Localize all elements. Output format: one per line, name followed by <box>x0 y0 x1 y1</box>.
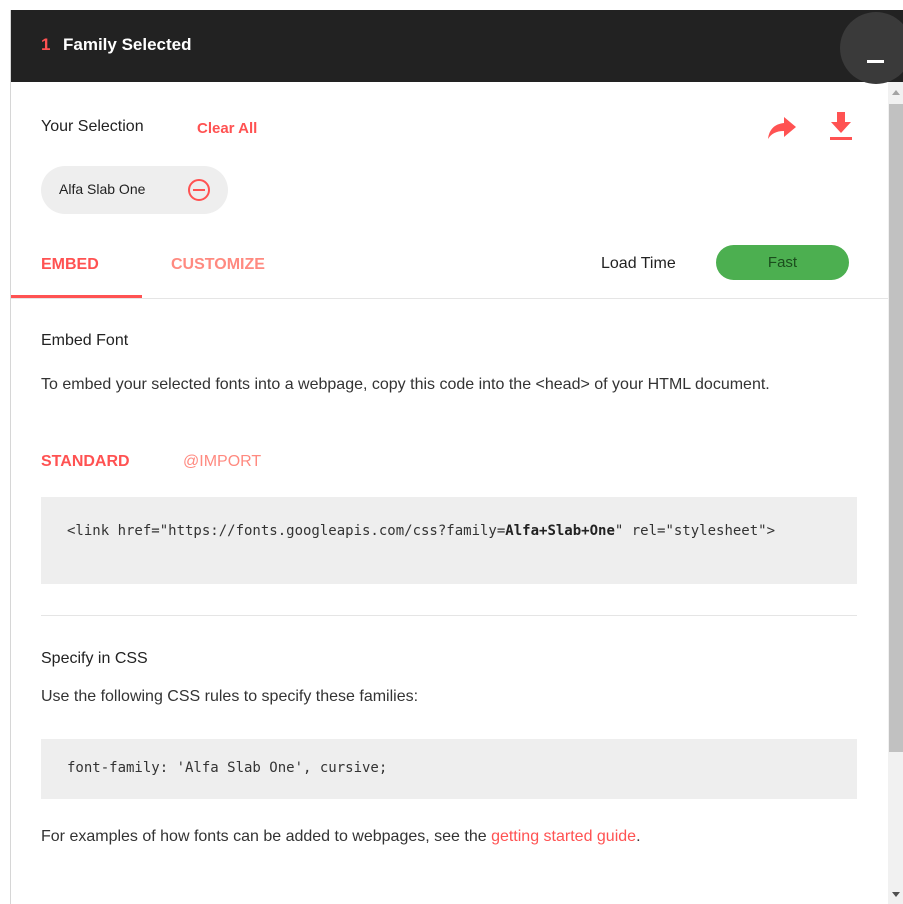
drawer-title: Family Selected <box>63 35 192 54</box>
scrollbar[interactable] <box>888 82 903 904</box>
css-code[interactable]: font-family: 'Alfa Slab One', cursive; <box>67 760 387 776</box>
font-chip: Alfa Slab One <box>41 166 228 214</box>
specify-css-description: Use the following CSS rules to specify t… <box>41 688 419 705</box>
clear-all-link[interactable]: Clear All <box>197 120 257 137</box>
remove-circle-icon[interactable] <box>187 178 211 202</box>
tab-embed[interactable]: EMBED <box>41 256 99 274</box>
embed-code-suffix: " rel="stylesheet"> <box>614 523 776 539</box>
scroll-up-arrow-icon[interactable] <box>892 90 900 95</box>
footer-text: For examples of how fonts can be added t… <box>41 828 641 846</box>
footer-text-body: For examples of how fonts can be added t… <box>41 828 492 845</box>
tab-customize[interactable]: CUSTOMIZE <box>171 256 265 274</box>
embed-font-description: To embed your selected fonts into a webp… <box>41 376 770 393</box>
load-time-value: Fast <box>767 254 798 271</box>
embed-code-family: Alfa+Slab+One <box>505 523 615 539</box>
drawer-header[interactable]: 1 Family Selected <box>11 10 903 82</box>
getting-started-link[interactable]: getting started guide <box>491 828 636 845</box>
font-chip-label: Alfa Slab One <box>59 181 146 197</box>
css-code-box[interactable]: font-family: 'Alfa Slab One', cursive; <box>41 739 857 799</box>
family-count: 1 <box>41 35 51 54</box>
selection-drawer: 1 Family Selected Your Selection Clear A… <box>10 10 903 904</box>
your-selection-label: Your Selection <box>41 118 144 135</box>
scroll-down-arrow-icon[interactable] <box>892 892 900 897</box>
load-time-label: Load Time <box>601 255 676 272</box>
tabs-divider <box>11 298 888 299</box>
minimize-icon <box>867 60 884 63</box>
embed-font-heading: Embed Font <box>41 332 129 349</box>
specify-css-heading: Specify in CSS <box>41 650 148 667</box>
section-divider <box>41 615 857 616</box>
download-icon[interactable] <box>829 112 853 142</box>
minimize-button[interactable] <box>840 12 903 84</box>
embed-code-prefix: <link href="https://fonts.googleapis.com… <box>67 523 506 539</box>
scroll-thumb[interactable] <box>889 104 903 752</box>
load-time-indicator: Fast <box>716 245 849 280</box>
tab-standard[interactable]: STANDARD <box>41 453 130 471</box>
embed-code-box[interactable]: <link href="https://fonts.googleapis.com… <box>41 497 857 584</box>
tab-import[interactable]: @IMPORT <box>183 453 261 471</box>
share-icon[interactable] <box>767 114 797 140</box>
embed-code[interactable]: <link href="https://fonts.googleapis.com… <box>67 519 837 543</box>
footer-period: . <box>636 828 641 845</box>
